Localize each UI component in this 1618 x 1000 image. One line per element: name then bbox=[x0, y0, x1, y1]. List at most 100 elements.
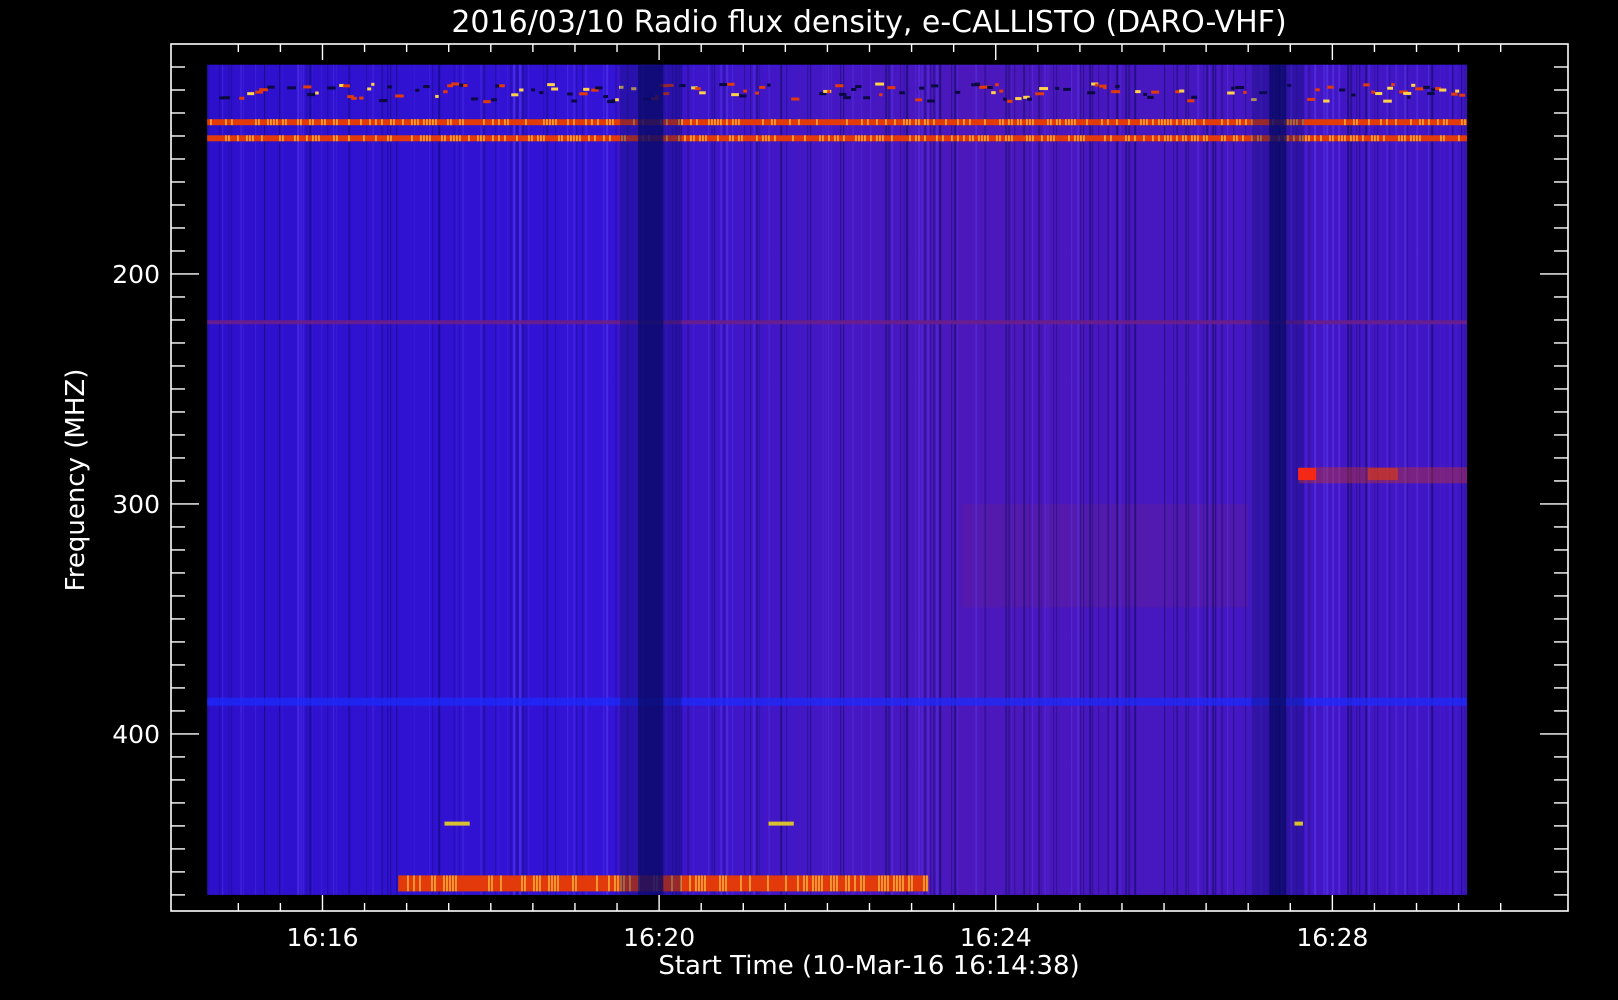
band-pixel bbox=[1146, 119, 1148, 126]
band-pixel bbox=[1315, 88, 1320, 92]
band-pixel bbox=[591, 119, 593, 126]
band-pixel bbox=[1170, 135, 1172, 142]
band-pixel bbox=[915, 119, 917, 126]
band-pixel bbox=[1101, 119, 1103, 126]
band-pixel bbox=[1191, 119, 1193, 126]
band-pixel bbox=[803, 875, 805, 892]
streak bbox=[831, 64, 833, 895]
band-pixel bbox=[1068, 135, 1070, 142]
band-pixel bbox=[575, 875, 577, 892]
band-pixel bbox=[836, 875, 838, 892]
band-pixel bbox=[499, 84, 505, 88]
band-pixel bbox=[420, 135, 422, 142]
band-pixel bbox=[282, 135, 284, 142]
streak bbox=[726, 64, 729, 895]
band-pixel bbox=[854, 875, 856, 892]
band-pixel bbox=[684, 135, 686, 142]
streak bbox=[732, 64, 734, 895]
streak bbox=[900, 64, 902, 895]
band-pixel bbox=[1026, 119, 1028, 126]
streak bbox=[1071, 64, 1073, 895]
band-pixel bbox=[858, 135, 860, 142]
band-pixel bbox=[543, 119, 545, 126]
band-pixel bbox=[963, 135, 965, 142]
streak bbox=[1044, 64, 1047, 895]
band-pixel bbox=[415, 88, 420, 92]
band-pixel bbox=[1065, 119, 1067, 126]
band-pixel bbox=[603, 95, 609, 99]
band-pixel bbox=[719, 83, 727, 87]
band-pixel bbox=[1015, 97, 1022, 101]
band-pixel bbox=[1439, 88, 1447, 92]
band-pixel bbox=[955, 90, 961, 94]
band-pixel bbox=[1338, 135, 1340, 142]
streak bbox=[768, 64, 771, 895]
band-pixel bbox=[1143, 92, 1148, 96]
band-pixel bbox=[539, 91, 544, 95]
streak bbox=[1125, 64, 1128, 895]
streak bbox=[582, 64, 584, 895]
band-pixel bbox=[879, 135, 881, 142]
band-pixel bbox=[1047, 119, 1049, 126]
band-pixel bbox=[1035, 92, 1045, 96]
band-pixel bbox=[839, 92, 847, 96]
streak bbox=[498, 64, 500, 895]
band-pixel bbox=[774, 119, 776, 126]
streak bbox=[300, 64, 303, 895]
streak bbox=[906, 64, 909, 895]
band-pixel bbox=[498, 119, 500, 126]
band-pixel bbox=[1464, 119, 1466, 126]
marker-dash bbox=[1294, 821, 1303, 826]
band-pixel bbox=[1135, 90, 1141, 94]
band-pixel bbox=[1005, 135, 1007, 142]
streak bbox=[708, 64, 710, 895]
band-pixel bbox=[981, 135, 983, 142]
band-pixel bbox=[297, 119, 299, 126]
band-pixel bbox=[300, 119, 302, 126]
streak bbox=[810, 64, 812, 895]
band-pixel bbox=[738, 135, 740, 142]
streak bbox=[843, 64, 845, 895]
band-pixel bbox=[488, 875, 490, 892]
band-pixel bbox=[536, 875, 538, 892]
band-pixel bbox=[333, 135, 335, 142]
band-pixel bbox=[267, 119, 269, 126]
band-pixel bbox=[740, 875, 742, 892]
band-pixel bbox=[1443, 135, 1445, 142]
band-pixel bbox=[573, 135, 575, 142]
streak bbox=[1203, 64, 1205, 895]
band-pixel bbox=[861, 135, 863, 142]
streak bbox=[573, 64, 576, 895]
band-pixel bbox=[1140, 119, 1142, 126]
band-pixel bbox=[537, 135, 539, 142]
band-pixel bbox=[423, 85, 430, 89]
band-pixel bbox=[1007, 99, 1013, 103]
band-pixel bbox=[1032, 119, 1034, 126]
band-pixel bbox=[573, 119, 575, 126]
band-pixel bbox=[417, 119, 419, 126]
streak bbox=[348, 64, 351, 895]
band-pixel bbox=[1380, 119, 1382, 126]
streak bbox=[933, 64, 936, 895]
band-pixel bbox=[446, 875, 448, 892]
band-pixel bbox=[924, 135, 926, 142]
band-pixel bbox=[945, 119, 947, 126]
band-pixel bbox=[774, 135, 776, 142]
band-pixel bbox=[1161, 119, 1163, 126]
band-pixel bbox=[540, 135, 542, 142]
band-pixel bbox=[1055, 86, 1060, 90]
band-pixel bbox=[696, 119, 698, 126]
band-pixel bbox=[701, 875, 703, 892]
band-pixel bbox=[617, 875, 619, 892]
band-pixel bbox=[1363, 83, 1370, 87]
band-pixel bbox=[1383, 135, 1385, 142]
streak bbox=[1032, 64, 1034, 895]
band-pixel bbox=[333, 119, 335, 126]
band-pixel bbox=[1125, 135, 1127, 142]
band-pixel bbox=[885, 119, 887, 126]
band-pixel bbox=[1329, 135, 1331, 142]
streak bbox=[750, 64, 752, 895]
band-pixel bbox=[1194, 119, 1196, 126]
streak bbox=[687, 64, 690, 895]
band-pixel bbox=[749, 875, 751, 892]
